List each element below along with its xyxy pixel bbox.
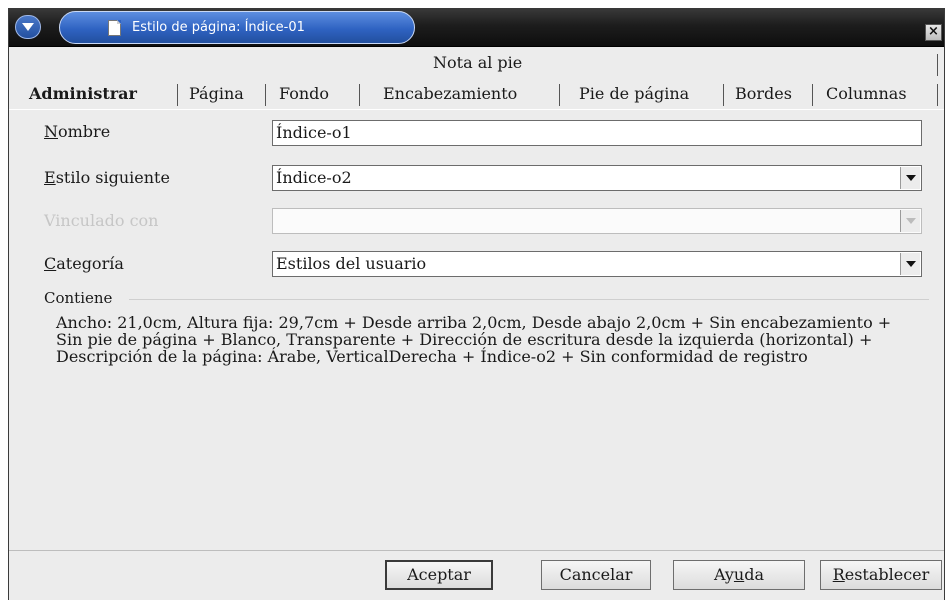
category-label-text: ategoría: [56, 254, 124, 273]
tab-divider: [9, 109, 944, 110]
tab-separator: [177, 84, 178, 106]
document-icon: [108, 20, 121, 36]
category-value: Estilos del usuario: [276, 254, 427, 273]
name-field[interactable]: Índice-o1: [272, 120, 922, 146]
tab-columnas[interactable]: Columnas: [826, 84, 907, 103]
tab-fondo[interactable]: Fondo: [279, 84, 329, 103]
contains-description: Ancho: 21,0cm, Altura fija: 29,7cm + Des…: [56, 313, 892, 366]
category-dropdown[interactable]: Estilos del usuario: [272, 251, 922, 277]
reset-label-text: establecer: [844, 565, 930, 584]
tab-pagina[interactable]: Página: [189, 84, 244, 103]
title-pill: Estilo de página: Índice-01: [59, 11, 415, 44]
tab-separator: [812, 84, 813, 106]
help-label-post: da: [744, 565, 765, 584]
dropdown-arrow-icon[interactable]: [900, 167, 920, 189]
tab-separator: [723, 84, 724, 106]
next-style-value: Índice-o2: [276, 168, 352, 187]
tab-row-1: Nota al pie: [9, 52, 944, 80]
tab-administrar[interactable]: Administrar: [29, 84, 137, 103]
cancel-button[interactable]: Cancelar: [541, 560, 651, 590]
help-label-mnemonic: u: [733, 565, 745, 584]
tab-separator: [937, 54, 938, 76]
next-style-label: Estilo siguiente: [44, 168, 170, 187]
next-style-dropdown[interactable]: Índice-o2: [272, 165, 922, 191]
linked-with-dropdown: [272, 208, 922, 234]
tab-encabezamiento[interactable]: Encabezamiento: [383, 84, 517, 103]
linked-with-label: Vinculado con: [44, 211, 159, 230]
name-label-text: ombre: [58, 122, 111, 141]
button-bar-divider: [9, 550, 944, 551]
tab-separator: [359, 84, 360, 106]
contains-divider: [129, 299, 929, 300]
help-label-pre: Ay: [713, 565, 734, 584]
tab-pie-de-pagina[interactable]: Pie de página: [579, 84, 689, 103]
accept-button[interactable]: Aceptar: [385, 560, 493, 590]
page-style-dialog: Estilo de página: Índice-01 × Nota al pi…: [8, 8, 945, 600]
next-style-label-mnemonic: E: [44, 168, 56, 187]
category-label-mnemonic: C: [44, 254, 57, 273]
tab-row-2: Administrar Página Fondo Encabezamiento …: [9, 80, 944, 110]
title-bar[interactable]: Estilo de página: Índice-01 ×: [9, 8, 944, 47]
reset-label-mnemonic: R: [832, 565, 845, 584]
window-menu-icon: [22, 23, 34, 31]
contains-label: Contiene: [44, 289, 113, 307]
tab-separator: [559, 84, 560, 106]
dropdown-arrow-icon: [900, 210, 920, 232]
tab-nota-al-pie[interactable]: Nota al pie: [433, 53, 522, 72]
tab-separator: [265, 84, 266, 106]
next-style-label-text: stilo siguiente: [55, 168, 170, 187]
reset-button[interactable]: Restablecer: [820, 560, 942, 590]
tab-bordes[interactable]: Bordes: [735, 84, 792, 103]
category-label: Categoría: [44, 254, 124, 273]
dropdown-arrow-icon[interactable]: [900, 253, 920, 275]
tab-separator: [937, 84, 938, 106]
name-value: Índice-o1: [276, 123, 352, 142]
close-icon: ×: [928, 24, 939, 39]
name-label-mnemonic: N: [44, 122, 58, 141]
name-label: Nombre: [44, 122, 110, 141]
window-title: Estilo de página: Índice-01: [132, 20, 305, 35]
close-button[interactable]: ×: [925, 24, 942, 41]
help-button[interactable]: Ayuda: [673, 560, 805, 590]
window-menu-button[interactable]: [15, 15, 41, 39]
